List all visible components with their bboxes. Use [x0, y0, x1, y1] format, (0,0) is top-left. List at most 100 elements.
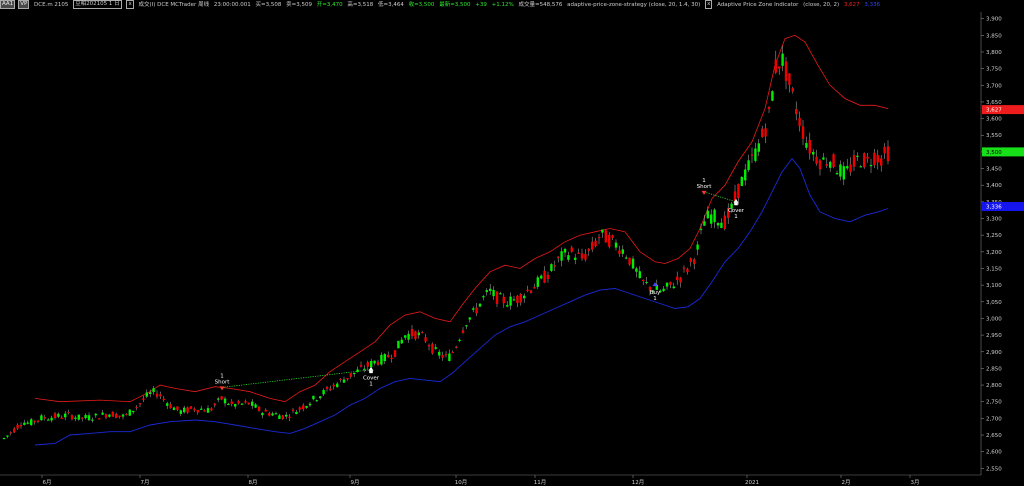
candle-body [383, 354, 386, 362]
candle-body [832, 154, 835, 168]
candle-body [40, 415, 43, 421]
trade-line [221, 369, 372, 388]
candle-body [625, 257, 628, 259]
x-axis: 6月 7月 8月 9月 10月 11月 12月 2021 2月 3月 [41, 475, 920, 486]
candle-body [798, 117, 801, 126]
candle-body [611, 235, 614, 239]
candle-body [523, 295, 526, 299]
candle-body [217, 398, 220, 400]
candle-body [693, 259, 696, 265]
candle-body [812, 151, 815, 155]
candle-body [679, 277, 682, 283]
candle-body [189, 406, 193, 409]
candle-body [665, 282, 669, 287]
candle-body [281, 415, 284, 420]
x-tick-label: 9月 [351, 479, 360, 486]
candle-body [336, 383, 339, 388]
candle-body [230, 401, 233, 404]
candle-body [81, 417, 84, 419]
x-tick-label: 2月 [842, 479, 851, 486]
candle-body [829, 161, 832, 168]
candle-body [176, 406, 179, 410]
candle-body [835, 173, 839, 175]
candle-body [631, 258, 635, 269]
candle-body [87, 415, 91, 421]
candle-body [451, 351, 454, 354]
candle-body [577, 252, 580, 254]
candle-body [713, 209, 716, 223]
candle-body [863, 153, 866, 168]
candle-body [621, 249, 624, 254]
candle-body [210, 408, 213, 411]
trade-signals: 1ShortCover1Buy11ShortCover1 [215, 178, 745, 391]
candle-body [771, 91, 774, 101]
candle-body [247, 402, 250, 405]
candle-body [788, 73, 791, 85]
candle-body [506, 305, 509, 307]
y-tick-label: 2,650 [986, 433, 1002, 439]
candle-body [237, 400, 240, 404]
candle-body [329, 388, 332, 391]
candle-body [492, 290, 495, 297]
y-tick-label: 3,850 [986, 33, 1002, 39]
candle-body [808, 139, 811, 154]
candle-body [866, 156, 869, 159]
candle-body [597, 237, 601, 239]
candle-body [703, 221, 706, 226]
candle-body [332, 384, 335, 387]
candle-body [767, 106, 771, 110]
y-tick-label: 3,100 [986, 283, 1002, 289]
candle-body [856, 155, 859, 158]
candle-body [869, 165, 873, 167]
candle-body [111, 411, 114, 417]
candle-body [142, 398, 145, 400]
cover-marker [734, 202, 738, 206]
candle-body [618, 250, 621, 254]
candle-body [302, 405, 305, 410]
candle-body [149, 392, 152, 395]
candle-body [60, 417, 63, 419]
y-tick-label: 2,800 [986, 383, 1002, 389]
upper-band-tag-label: 3,627 [986, 108, 1002, 114]
candle-body [240, 403, 244, 405]
candle-body [550, 264, 553, 271]
y-tick-label: 3,900 [986, 17, 1002, 23]
candle-body [278, 415, 281, 420]
candle-body [322, 389, 325, 395]
candle-body [852, 155, 856, 167]
candle-body [421, 331, 424, 334]
y-tick-label: 3,300 [986, 217, 1002, 223]
candle-body [720, 222, 723, 228]
y-tick-label: 2,950 [986, 333, 1002, 339]
candle-body [101, 412, 104, 415]
signal-label: Short [215, 379, 231, 385]
candle-body [220, 396, 223, 400]
last-price-tag-label: 3,500 [986, 150, 1002, 156]
candle-body [223, 398, 227, 404]
candle-body [138, 403, 142, 405]
candle-body [485, 290, 488, 293]
candle-body [472, 308, 475, 310]
candle-body [145, 392, 148, 397]
candle-body [159, 394, 162, 397]
candle-body [53, 413, 57, 419]
candle-body [390, 357, 393, 359]
x-tick-label: 2021 [745, 480, 759, 486]
candle-body [438, 351, 441, 356]
candle-body [563, 248, 567, 253]
candle-body [645, 281, 648, 284]
candle-body [750, 154, 754, 156]
candle-body [183, 407, 186, 413]
x-tick-label: 6月 [43, 479, 52, 486]
candle-body [349, 373, 352, 377]
price-chart[interactable]: 3,900 3,850 3,800 3,750 3,700 3,650 3,600 3,550… [0, 0, 1024, 486]
candle-body [468, 317, 471, 320]
candle-body [441, 355, 444, 358]
candle-body [128, 409, 131, 416]
candle-body [880, 158, 883, 166]
y-tick-label: 3,550 [986, 133, 1002, 139]
candle-body [254, 404, 257, 408]
candle-body [257, 406, 261, 411]
price-zone-bands [34, 34, 889, 446]
y-tick-label: 3,000 [986, 316, 1002, 322]
